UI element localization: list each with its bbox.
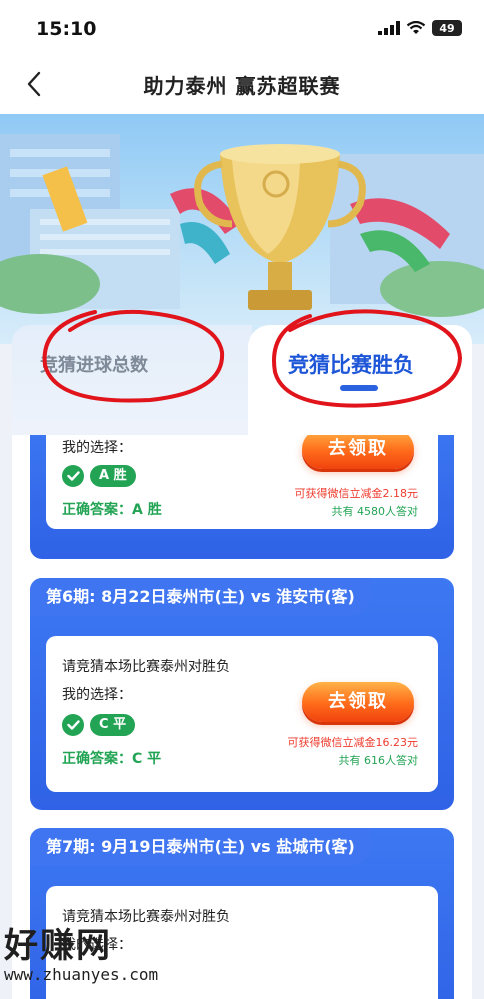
claim-button[interactable]: 去领取 <box>302 682 414 722</box>
correct-count: 共有 4580人答对 <box>331 505 419 518</box>
hero-banner <box>0 114 484 344</box>
nav-bar: 助力泰州 赢苏超联赛 <box>0 56 484 114</box>
guess-card-body: 请竞猜本场比赛泰州对胜负 我的选择： C 平 正确答案：C 平 去领取 可获得微… <box>46 636 438 792</box>
choice-pill: A 胜 <box>90 465 136 487</box>
my-choice-label: 我的选择： <box>62 440 132 456</box>
period-header: 第7期: 9月19日泰州市(主) vs 盐城市(客) <box>30 828 371 866</box>
correct-count: 共有 616人答对 <box>338 754 419 767</box>
reward-text: 可获得微信立减金16.23元 <box>287 736 419 749</box>
status-bar: 15:10 49 <box>0 0 484 56</box>
tab-guess-match-result[interactable]: 竞猜比赛胜负 <box>248 325 472 435</box>
wifi-icon <box>406 21 426 34</box>
hero-illustration <box>0 134 484 317</box>
period-header: 第6期: 8月22日泰州市(主) vs 淮安市(客) <box>30 578 371 616</box>
my-choice: A 胜 <box>62 465 136 487</box>
status-icons: 49 <box>378 20 462 36</box>
correct-answer: 正确答案：C 平 <box>62 751 162 767</box>
page-title: 助力泰州 赢苏超联赛 <box>143 74 341 98</box>
guess-card-1: 我的选择： A 胜 正确答案：A 胜 去领取 可获得微信立减金2.18元 共有 … <box>30 435 454 559</box>
my-choice-label: 我的选择： <box>62 687 132 703</box>
check-icon <box>62 714 84 736</box>
question-text: 请竞猜本场比赛泰州对胜负 <box>62 659 230 675</box>
watermark-logo: 好赚网 www.zhuanyes.com <box>4 918 158 984</box>
reward-text: 可获得微信立减金2.18元 <box>294 487 419 500</box>
watermark-url: www.zhuanyes.com <box>4 965 159 984</box>
active-tab-indicator <box>340 385 378 391</box>
tab-bar: 竞猜进球总数 竞猜比赛胜负 <box>12 325 472 435</box>
tab-label-total-goals: 竞猜进球总数 <box>40 355 148 376</box>
claim-button[interactable]: 去领取 <box>302 435 414 469</box>
tab-guess-total-goals[interactable]: 竞猜进球总数 <box>12 325 252 435</box>
status-time: 15:10 <box>36 18 97 40</box>
guess-card-body: 我的选择： A 胜 正确答案：A 胜 去领取 可获得微信立减金2.18元 共有 … <box>46 435 438 529</box>
battery-icon: 49 <box>432 20 462 36</box>
tab-label-match-result: 竞猜比赛胜负 <box>288 353 414 377</box>
guess-list[interactable]: 我的选择： A 胜 正确答案：A 胜 去领取 可获得微信立减金2.18元 共有 … <box>12 435 472 999</box>
signal-icon <box>378 21 400 35</box>
correct-answer: 正确答案：A 胜 <box>62 502 162 518</box>
choice-pill: C 平 <box>90 714 136 736</box>
my-choice: C 平 <box>62 714 136 736</box>
check-icon <box>62 465 84 487</box>
guess-card-2: 第6期: 8月22日泰州市(主) vs 淮安市(客) 请竞猜本场比赛泰州对胜负 … <box>30 578 454 810</box>
watermark-brand: 好赚网 <box>4 926 112 966</box>
